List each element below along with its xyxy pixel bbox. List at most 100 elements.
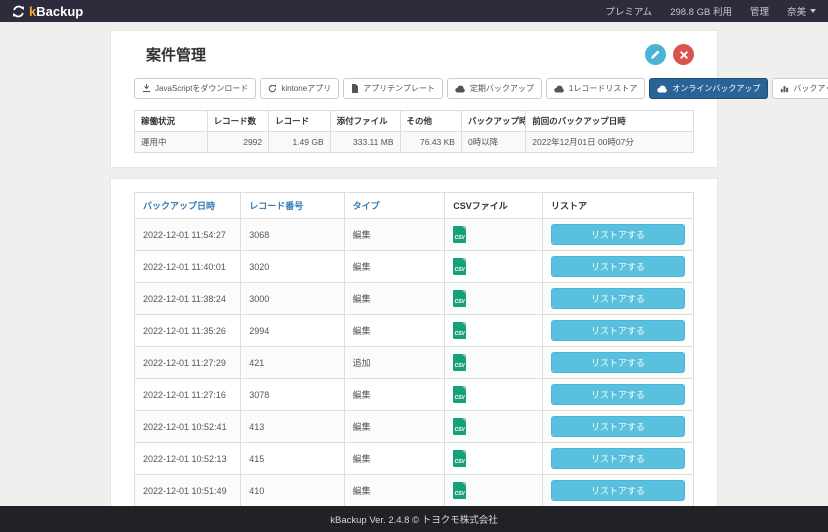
tab-online-backup[interactable]: オンラインバックアップ [649, 78, 768, 99]
csv-file-icon[interactable]: CSV [453, 386, 466, 403]
type-cell: 編集 [344, 315, 445, 347]
tab-label: アプリテンプレート [363, 83, 435, 94]
record-no-cell: 421 [241, 347, 344, 379]
csv-label: CSV [455, 396, 465, 403]
table-row: 2022-12-01 10:51:49 410 編集 CSV リストアする [135, 475, 694, 507]
column-header-restore: リストア [543, 193, 694, 219]
tab-label: kintoneアプリ [281, 83, 331, 94]
table-row: 2022-12-01 11:35:26 2994 編集 CSV リストアする [135, 315, 694, 347]
restore-button[interactable]: リストアする [551, 352, 685, 373]
csv-file-icon[interactable]: CSV [453, 482, 466, 499]
type-cell: 編集 [344, 379, 445, 411]
app-summary-table: 稼働状況 レコード数 レコード 添付ファイル その他 バックアップ時間帯 前回の… [134, 110, 694, 153]
tab-single-record-restore[interactable]: 1レコードリストア [546, 78, 645, 99]
backup-list-card: バックアップ日時 レコード番号 タイプ CSVファイル リストア 2022-12… [110, 178, 718, 506]
table-row: 2022-12-01 11:27:16 3078 編集 CSV リストアする [135, 379, 694, 411]
csv-file-icon[interactable]: CSV [453, 290, 466, 307]
page-footer: kBackup Ver. 2.4.8 © トヨクモ株式会社 [0, 506, 828, 532]
restore-button[interactable]: リストアする [551, 288, 685, 309]
sort-backup-datetime[interactable]: バックアップ日時 [135, 193, 241, 219]
csv-label: CSV [455, 332, 465, 339]
restore-button[interactable]: リストアする [551, 224, 685, 245]
record-count-cell: 2992 [207, 132, 268, 153]
record-no-cell: 3078 [241, 379, 344, 411]
csv-label: CSV [455, 460, 465, 467]
csv-label: CSV [455, 236, 465, 243]
caret-down-icon [810, 9, 816, 13]
tab-kintone-app[interactable]: kintoneアプリ [260, 78, 339, 99]
storage-usage[interactable]: 298.8 GB 利用 [670, 4, 732, 18]
csv-label: CSV [455, 300, 465, 307]
file-icon [351, 84, 359, 93]
datetime-cell: 2022-12-01 11:40:01 [135, 251, 241, 283]
column-header: レコード [269, 111, 330, 132]
restore-button[interactable]: リストアする [551, 384, 685, 405]
csv-file-icon[interactable]: CSV [453, 450, 466, 467]
table-row: 2022-12-01 11:38:24 3000 編集 CSV リストアする [135, 283, 694, 315]
app-summary-card: 案件管理 [110, 30, 718, 168]
datetime-cell: 2022-12-01 11:35:26 [135, 315, 241, 347]
record-no-cell: 3000 [241, 283, 344, 315]
table-row: 2022-12-01 10:52:41 413 編集 CSV リストアする [135, 411, 694, 443]
type-cell: 編集 [344, 443, 445, 475]
record-no-cell: 3020 [241, 251, 344, 283]
datetime-cell: 2022-12-01 10:52:41 [135, 411, 241, 443]
status-cell: 運用中 [135, 132, 208, 153]
delete-button[interactable] [673, 44, 694, 65]
title-actions [645, 44, 694, 65]
backup-header-row: バックアップ日時 レコード番号 タイプ CSVファイル リストア [135, 193, 694, 219]
action-toolbar: JavaScriptをダウンロード kintoneアプリ アプリテンプレー [134, 78, 694, 99]
table-row: 2022-12-01 11:27:29 421 追加 CSV リストアする [135, 347, 694, 379]
refresh-icon [268, 84, 277, 93]
page-title: 案件管理 [146, 44, 206, 65]
csv-file-icon[interactable]: CSV [453, 322, 466, 339]
main-content: 案件管理 [0, 22, 828, 506]
restore-button[interactable]: リストアする [551, 448, 685, 469]
datetime-cell: 2022-12-01 11:38:24 [135, 283, 241, 315]
brand-rest: Backup [36, 4, 83, 19]
csv-label: CSV [455, 268, 465, 275]
sort-record-number[interactable]: レコード番号 [241, 193, 344, 219]
csv-file-icon[interactable]: CSV [453, 258, 466, 275]
restore-button[interactable]: リストアする [551, 256, 685, 277]
summary-header-row: 稼働状況 レコード数 レコード 添付ファイル その他 バックアップ時間帯 前回の… [135, 111, 694, 132]
record-size-cell: 1.49 GB [269, 132, 330, 153]
app-logo[interactable]: kBackup [12, 4, 83, 19]
csv-file-icon[interactable]: CSV [453, 418, 466, 435]
column-header: 稼働状況 [135, 111, 208, 132]
restore-button[interactable]: リストアする [551, 320, 685, 341]
backup-list-table: バックアップ日時 レコード番号 タイプ CSVファイル リストア 2022-12… [134, 192, 694, 506]
brand-text: kBackup [29, 4, 83, 19]
column-header: バックアップ時間帯 [461, 111, 525, 132]
pencil-icon [650, 49, 661, 60]
org-menu[interactable]: 管理 [750, 4, 769, 18]
datetime-cell: 2022-12-01 10:52:13 [135, 443, 241, 475]
sync-arrows-icon [12, 5, 25, 18]
csv-label: CSV [455, 428, 465, 435]
sort-type[interactable]: タイプ [344, 193, 445, 219]
record-no-cell: 410 [241, 475, 344, 507]
column-header-csv: CSVファイル [445, 193, 543, 219]
record-no-cell: 3068 [241, 219, 344, 251]
type-cell: 追加 [344, 347, 445, 379]
restore-button[interactable]: リストアする [551, 480, 685, 501]
restore-button[interactable]: リストアする [551, 416, 685, 437]
edit-button[interactable] [645, 44, 666, 65]
attachment-size-cell: 333.11 MB [330, 132, 400, 153]
tab-scheduled-backup[interactable]: 定期バックアップ [447, 78, 542, 99]
csv-file-icon[interactable]: CSV [453, 226, 466, 243]
tab-label: JavaScriptをダウンロード [155, 83, 248, 94]
column-header: 添付ファイル [330, 111, 400, 132]
table-row: 2022-12-01 10:52:13 415 編集 CSV リストアする [135, 443, 694, 475]
tab-backup-stats[interactable]: バックアップ集計 [772, 78, 828, 99]
tab-app-template[interactable]: アプリテンプレート [343, 78, 443, 99]
last-backup-cell: 2022年12月01日 00時07分 [526, 132, 694, 153]
tab-javascript-download[interactable]: JavaScriptをダウンロード [134, 78, 256, 99]
tab-label: 1レコードリストア [569, 83, 637, 94]
user-menu[interactable]: 奈美 [787, 4, 816, 18]
csv-file-icon[interactable]: CSV [453, 354, 466, 371]
datetime-cell: 2022-12-01 10:51:49 [135, 475, 241, 507]
top-navbar: kBackup プレミアム 298.8 GB 利用 管理 奈美 [0, 0, 828, 22]
plan-badge[interactable]: プレミアム [605, 4, 652, 18]
datetime-cell: 2022-12-01 11:27:29 [135, 347, 241, 379]
